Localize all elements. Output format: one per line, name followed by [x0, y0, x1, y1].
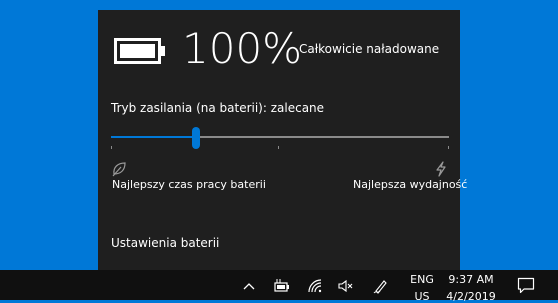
chevron-up-icon[interactable] [241, 278, 257, 294]
clock-date: 4/2/2019 [446, 290, 496, 303]
slider-tick [111, 146, 112, 149]
lightning-icon [436, 161, 446, 177]
slider-tick [448, 146, 449, 149]
notification-icon[interactable] [517, 277, 535, 294]
slider-thumb[interactable] [192, 127, 200, 149]
volume-mute-icon[interactable] [337, 278, 353, 294]
battery-percentage: 100% [182, 24, 303, 73]
battery-full-icon [114, 38, 165, 64]
power-mode-label: Tryb zasilania (na baterii): zalecane [111, 101, 325, 115]
slider-track-filled [111, 136, 198, 138]
language-region: US [414, 290, 430, 303]
clock[interactable]: 9:37 AM 4/2/2019 [444, 273, 498, 303]
battery-flyout: 100% Całkowicie naładowane Tryb zasilani… [98, 10, 467, 270]
wifi-icon[interactable] [307, 278, 323, 294]
battery-plug-icon[interactable] [272, 278, 290, 294]
pen-icon[interactable] [373, 278, 389, 294]
taskbar: ENG US 9:37 AM 4/2/2019 [0, 270, 558, 303]
clock-time: 9:37 AM [448, 273, 494, 286]
leaf-icon [112, 162, 126, 177]
slider-track-empty [198, 136, 449, 138]
language-code: ENG [410, 273, 434, 286]
battery-settings-link[interactable]: Ustawienia baterii [111, 236, 219, 250]
slider-tick [278, 146, 279, 149]
language-indicator[interactable]: ENG US [409, 273, 435, 303]
power-mode-slider[interactable] [111, 127, 449, 149]
battery-status: Całkowicie naładowane [299, 42, 440, 56]
slider-min-label: Najlepszy czas pracy baterii [112, 178, 266, 191]
slider-max-label: Najlepsza wydajność [353, 178, 468, 191]
